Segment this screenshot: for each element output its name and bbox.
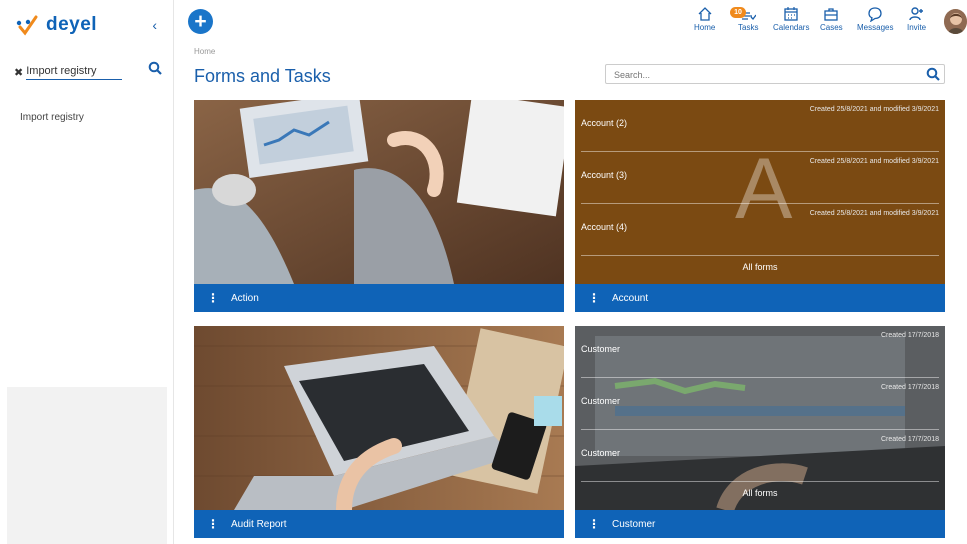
action-image xyxy=(194,100,564,284)
user-avatar[interactable] xyxy=(944,9,967,34)
list-item[interactable]: Created 17/7/2018 Customer xyxy=(581,326,939,378)
search-result-item[interactable]: Import registry xyxy=(20,112,84,123)
list-item-name: Customer xyxy=(581,448,621,458)
search-box xyxy=(605,64,945,84)
list-item-meta: Created 25/8/2021 and modified 3/9/2021 xyxy=(809,106,939,113)
nav-calendars-label: Calendars xyxy=(773,23,810,32)
chat-icon xyxy=(868,7,882,22)
search-icon[interactable] xyxy=(926,67,940,86)
card-audit-report-title: Audit Report xyxy=(231,518,287,530)
deyel-logo[interactable]: deyel xyxy=(14,14,97,36)
calendar-icon xyxy=(784,7,798,21)
list-item-name: Customer xyxy=(581,344,621,354)
nav-messages-label: Messages xyxy=(857,23,894,32)
card-action[interactable]: ⋮ Action xyxy=(194,100,564,312)
nav-home-label: Home xyxy=(694,23,716,32)
page-title: Forms and Tasks xyxy=(194,66,331,86)
customer-panel: Created 17/7/2018 Customer Created 17/7/… xyxy=(575,326,945,510)
invite-icon xyxy=(908,7,923,21)
card-audit-report-footer[interactable]: ⋮ Audit Report xyxy=(194,510,564,538)
card-action-footer[interactable]: ⋮ Action xyxy=(194,284,564,312)
list-item[interactable]: Created 17/7/2018 Customer xyxy=(581,430,939,482)
list-item[interactable]: Created 17/7/2018 Customer xyxy=(581,378,939,430)
list-item[interactable]: Created 25/8/2021 and modified 3/9/2021 … xyxy=(581,100,939,152)
briefcase-icon xyxy=(824,8,838,21)
nav-invite-label: Invite xyxy=(907,23,927,32)
card-account[interactable]: A Created 25/8/2021 and modified 3/9/202… xyxy=(575,100,945,312)
list-item-meta: Created 25/8/2021 and modified 3/9/2021 xyxy=(809,158,939,165)
add-button[interactable]: + xyxy=(188,9,213,34)
card-customer-footer[interactable]: ⋮ Customer xyxy=(575,510,945,538)
nav-messages[interactable]: Messages xyxy=(857,6,893,32)
list-item-name: Account (4) xyxy=(581,222,628,232)
list-item-name: Account (2) xyxy=(581,118,628,128)
kebab-menu-icon[interactable]: ⋮ xyxy=(588,517,600,531)
list-item-name: Account (3) xyxy=(581,170,628,180)
home-icon xyxy=(698,7,712,21)
sidebar-footer-panel xyxy=(7,387,167,544)
nav-cases-label: Cases xyxy=(820,23,843,32)
sidebar: deyel ‹ ✖ Import registry Import registr… xyxy=(0,0,174,544)
tasks-badge: 10 xyxy=(730,7,746,18)
list-item-meta: Created 25/8/2021 and modified 3/9/2021 xyxy=(809,210,939,217)
list-item[interactable]: Created 25/8/2021 and modified 3/9/2021 … xyxy=(581,152,939,204)
audit-report-image xyxy=(194,326,564,510)
card-customer[interactable]: Created 17/7/2018 Customer Created 17/7/… xyxy=(575,326,945,538)
nav-invite[interactable]: Invite xyxy=(907,6,926,32)
list-item-meta: Created 17/7/2018 xyxy=(881,384,939,391)
search-input[interactable] xyxy=(606,66,906,84)
all-forms-link[interactable]: All forms xyxy=(575,488,945,498)
nav-home[interactable]: Home xyxy=(694,6,715,32)
nav-calendars[interactable]: Calendars xyxy=(773,6,809,32)
collapse-sidebar-button[interactable]: ‹ xyxy=(152,17,157,33)
search-icon[interactable] xyxy=(148,61,162,80)
logo-text: deyel xyxy=(46,14,98,35)
nav-cases[interactable]: Cases xyxy=(820,6,843,32)
card-customer-title: Customer xyxy=(612,518,656,530)
list-item-name: Customer xyxy=(581,396,621,406)
kebab-menu-icon[interactable]: ⋮ xyxy=(207,517,219,531)
list-item[interactable]: Created 25/8/2021 and modified 3/9/2021 … xyxy=(581,204,939,256)
card-audit-report[interactable]: ⋮ Audit Report xyxy=(194,326,564,538)
list-item-meta: Created 17/7/2018 xyxy=(881,332,939,339)
logo-icon xyxy=(16,15,38,36)
clear-search-icon[interactable]: ✖ xyxy=(14,66,23,79)
sidebar-search: ✖ Import registry xyxy=(14,61,162,81)
nav-tasks-label: Tasks xyxy=(738,23,759,32)
card-account-title: Account xyxy=(612,292,649,304)
all-forms-link[interactable]: All forms xyxy=(575,262,945,272)
account-panel: A Created 25/8/2021 and modified 3/9/202… xyxy=(575,100,945,284)
card-account-footer[interactable]: ⋮ Account xyxy=(575,284,945,312)
card-action-title: Action xyxy=(231,292,259,304)
list-item-meta: Created 17/7/2018 xyxy=(881,436,939,443)
breadcrumb[interactable]: Home xyxy=(194,47,215,56)
kebab-menu-icon[interactable]: ⋮ xyxy=(207,291,219,305)
kebab-menu-icon[interactable]: ⋮ xyxy=(588,291,600,305)
sidebar-search-input[interactable]: Import registry xyxy=(26,65,123,80)
